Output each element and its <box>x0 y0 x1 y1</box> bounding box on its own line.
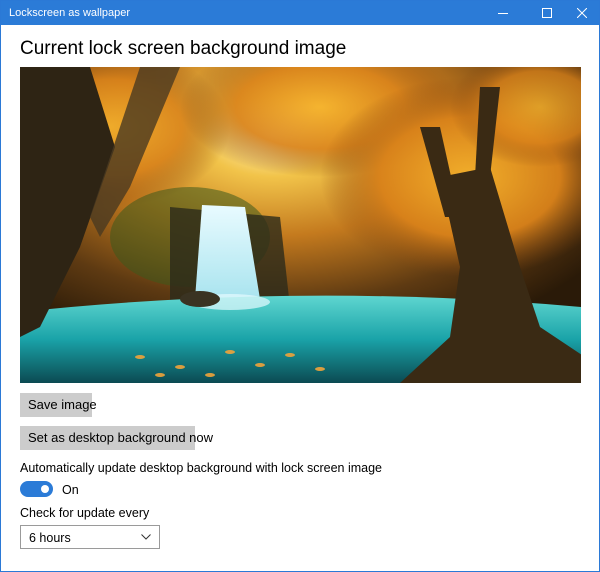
update-interval-select[interactable]: 6 hours <box>20 525 160 549</box>
save-image-button[interactable]: Save image <box>20 393 97 417</box>
chevron-down-icon <box>141 534 151 540</box>
minimize-button[interactable] <box>486 1 520 25</box>
title-bar[interactable]: Lockscreen as wallpaper <box>1 1 599 25</box>
lock-screen-image <box>20 67 581 383</box>
page-title: Current lock screen background image <box>20 38 347 59</box>
close-button[interactable] <box>565 1 599 25</box>
update-interval-label: Check for update every <box>20 506 150 520</box>
app-window: Lockscreen as wallpaper Current lock scr… <box>0 0 600 572</box>
window-title: Lockscreen as wallpaper <box>9 7 131 19</box>
maximize-button[interactable] <box>530 1 564 25</box>
maximize-icon <box>542 8 552 18</box>
auto-update-label: Automatically update desktop background … <box>20 461 383 475</box>
toggle-knob <box>41 485 49 493</box>
auto-update-toggle[interactable] <box>20 481 53 497</box>
close-icon <box>577 8 587 18</box>
minimize-icon <box>498 13 508 14</box>
set-desktop-background-button[interactable]: Set as desktop background now <box>20 426 213 450</box>
toggle-state-label: On <box>62 483 79 497</box>
update-interval-value: 6 hours <box>29 531 71 545</box>
